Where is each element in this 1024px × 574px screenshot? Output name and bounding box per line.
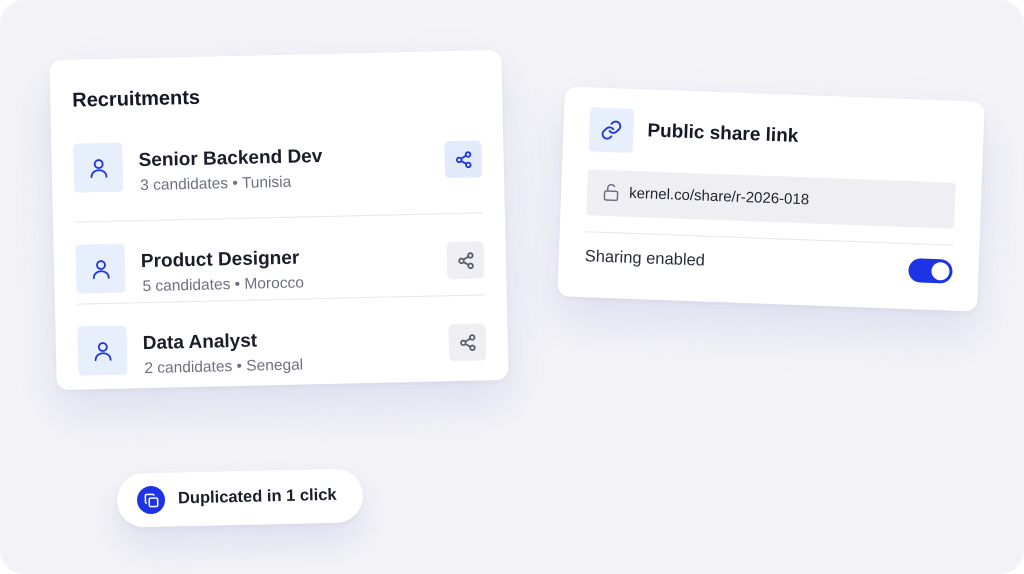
share-button[interactable] xyxy=(444,140,483,179)
recruitment-meta: 5 candidates • Morocco xyxy=(142,274,304,296)
recruitments-title: Recruitments xyxy=(71,86,201,112)
candidate-count: 3 candidates xyxy=(139,175,229,195)
recruitment-meta: 3 candidates • Tunisia xyxy=(140,174,291,195)
recruitment-row[interactable]: Senior Backend Dev 3 candidates • Tunisi… xyxy=(73,130,483,221)
recruitment-meta: 2 candidates • Senegal xyxy=(144,356,303,378)
user-icon xyxy=(77,325,128,376)
recruitment-name: Product Designer xyxy=(140,247,300,273)
recruitment-row[interactable]: Data Analyst 2 candidates • Senegal xyxy=(76,294,487,387)
share-button[interactable] xyxy=(448,323,487,362)
recruitment-name: Data Analyst xyxy=(142,330,258,355)
user-icon xyxy=(73,142,124,193)
recruitment-location: Senegal xyxy=(246,356,304,375)
share-icon xyxy=(459,333,476,351)
meta-separator: • xyxy=(236,357,243,375)
divider xyxy=(585,231,954,246)
recruitment-name: Senior Backend Dev xyxy=(138,146,323,172)
unlock-icon xyxy=(603,183,620,207)
share-icon xyxy=(457,251,474,269)
candidate-count: 5 candidates xyxy=(142,276,231,296)
link-icon xyxy=(588,107,635,153)
canvas: Recruitments Senior Backend Dev 3 candid… xyxy=(0,0,1024,574)
share-button[interactable] xyxy=(446,241,485,280)
meta-separator: • xyxy=(232,174,239,193)
recruitment-location: Morocco xyxy=(244,274,305,293)
meta-separator: • xyxy=(234,275,241,294)
share-link-card: Public share link kernel.co/share/r-2026… xyxy=(557,86,985,312)
recruitments-card: Recruitments Senior Backend Dev 3 candid… xyxy=(49,49,509,391)
copy-icon xyxy=(136,485,166,515)
share-url-field[interactable]: kernel.co/share/r-2026-018 xyxy=(586,169,956,229)
candidate-count: 2 candidates xyxy=(144,358,233,378)
share-link-title: Public share link xyxy=(647,120,799,147)
recruitment-row[interactable]: Product Designer 5 candidates • Morocco xyxy=(74,212,485,305)
recruitment-location: Tunisia xyxy=(241,173,292,192)
toast-text: Duplicated in 1 click xyxy=(177,485,337,508)
toggle-knob xyxy=(931,261,950,281)
user-icon xyxy=(75,243,126,294)
share-icon xyxy=(455,150,471,168)
duplicate-toast: Duplicated in 1 click xyxy=(116,468,364,528)
share-url: kernel.co/share/r-2026-018 xyxy=(628,184,810,209)
sharing-toggle[interactable] xyxy=(908,258,953,284)
sharing-enabled-label: Sharing enabled xyxy=(584,247,706,270)
